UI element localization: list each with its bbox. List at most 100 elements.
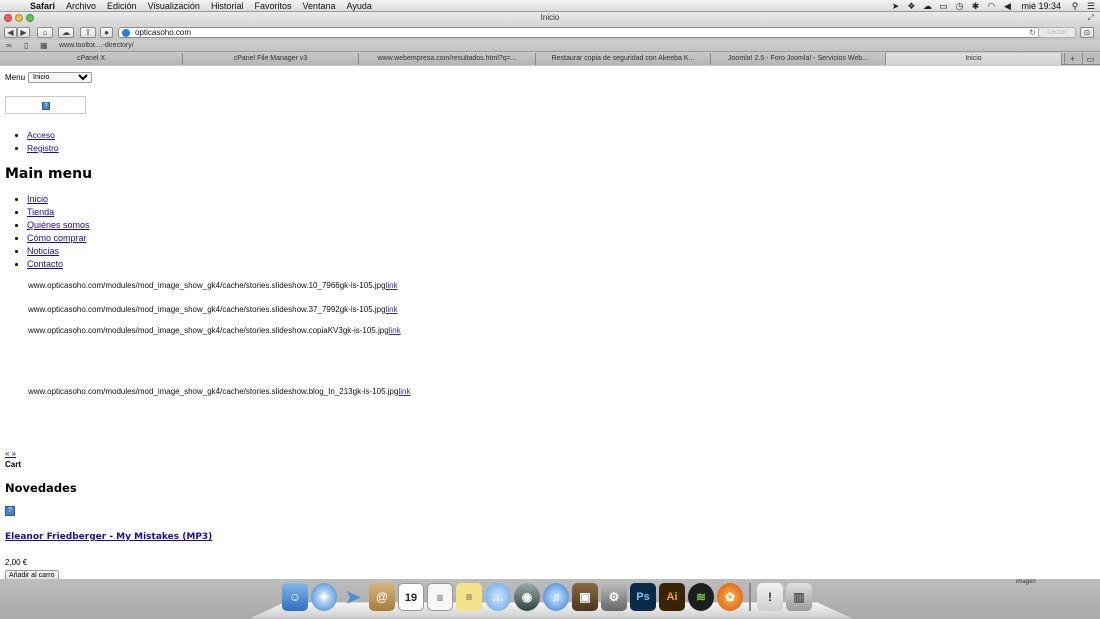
- address-url: opticasoho.com: [135, 28, 192, 37]
- fullscreen-icon[interactable]: ⤢: [1088, 13, 1094, 23]
- location-arrow-icon[interactable]: ➤: [890, 0, 900, 12]
- menu-archivo[interactable]: Archivo: [66, 0, 96, 12]
- calendar-day: 19: [404, 592, 418, 604]
- menu-visualizacion[interactable]: Visualización: [148, 0, 200, 12]
- nav-link-como-comprar[interactable]: Cómo comprar: [27, 233, 87, 243]
- slide-link[interactable]: link: [398, 387, 410, 396]
- slide-image-path: www.opticasoho.com/modules/mod_image_sho…: [28, 387, 399, 396]
- back-button[interactable]: ◀: [4, 27, 17, 38]
- trash-icon[interactable]: ▥: [786, 583, 812, 611]
- menu-select[interactable]: Inicio: [28, 72, 93, 83]
- bookmark-item[interactable]: www.tooltor....-directory/: [59, 40, 134, 52]
- product-image-icon[interactable]: ?: [5, 506, 15, 516]
- calendar-icon[interactable]: 19: [398, 583, 424, 611]
- reading-list-icon[interactable]: ∞: [6, 40, 12, 52]
- home-icon[interactable]: ⌂: [37, 27, 53, 38]
- list-item: Inicio: [27, 194, 90, 204]
- safari-icon[interactable]: ✦: [311, 583, 337, 611]
- menu-historial[interactable]: Historial: [211, 0, 244, 12]
- address-bar[interactable]: opticasoho.com ↻: [118, 27, 1040, 38]
- spotify-icon[interactable]: ≋: [688, 583, 714, 611]
- notification-center-icon[interactable]: ☰: [1086, 0, 1096, 12]
- archive-icon[interactable]: !: [757, 583, 783, 611]
- display-icon[interactable]: ▭: [938, 0, 948, 12]
- top-sites-icon[interactable]: ▦: [40, 40, 48, 52]
- slide-image-path: www.opticasoho.com/modules/mod_image_sho…: [28, 305, 386, 314]
- spotlight-search-icon[interactable]: ⚲: [1070, 0, 1080, 12]
- bluetooth-icon[interactable]: ✱: [970, 0, 980, 12]
- tab-cpanel-x[interactable]: cPanel X: [0, 53, 183, 65]
- reader-button[interactable]: Lector: [1038, 27, 1076, 38]
- photoshop-icon[interactable]: Ps: [630, 583, 656, 611]
- slideshow-pager[interactable]: « »: [5, 449, 16, 458]
- illustrator-icon[interactable]: Ai: [659, 583, 685, 611]
- menu-ayuda[interactable]: Ayuda: [347, 0, 372, 12]
- slide-link[interactable]: link: [386, 305, 398, 314]
- time-machine-icon[interactable]: ◷: [954, 0, 964, 12]
- firefox-icon[interactable]: ✿: [717, 583, 743, 611]
- reload-icon[interactable]: ↻: [1029, 28, 1036, 37]
- notes-list-icon[interactable]: ≡: [427, 583, 453, 611]
- system-preferences-icon[interactable]: ⚙: [601, 583, 627, 611]
- wifi-icon[interactable]: ◠: [986, 0, 996, 12]
- list-item: Quiénes somos: [27, 220, 90, 230]
- slideshow-item: www.opticasoho.com/modules/mod_image_sho…: [28, 281, 398, 290]
- tab-inicio[interactable]: Inicio: [886, 53, 1062, 65]
- desktop-image-label: imagen: [1016, 579, 1036, 585]
- tab-overview-icon[interactable]: ▭: [1082, 53, 1098, 65]
- stickies-icon[interactable]: ≡: [456, 583, 482, 611]
- nav-link-noticias[interactable]: Noticias: [27, 246, 59, 256]
- facetime-camera-icon[interactable]: ◉: [514, 583, 540, 611]
- list-item: Cómo comprar: [27, 233, 90, 243]
- bookmarks-bar: ∞ ▯ ▦ www.tooltor....-directory/: [0, 40, 1100, 52]
- menu-label: Menu: [5, 73, 26, 82]
- finder-icon[interactable]: ☺: [282, 583, 308, 611]
- slide-link[interactable]: link: [386, 281, 398, 290]
- address-book-icon[interactable]: @: [369, 583, 395, 611]
- cloud-icon[interactable]: ☁: [922, 0, 932, 12]
- slideshow-item: www.opticasoho.com/modules/mod_image_sho…: [28, 326, 401, 335]
- menu-edicion[interactable]: Edición: [107, 0, 137, 12]
- dock-separator: [749, 583, 751, 611]
- product-name-link[interactable]: Eleanor Friedberger - My Mistakes (MP3): [5, 532, 212, 542]
- login-links: Acceso Registro: [5, 130, 59, 156]
- add-to-cart-button[interactable]: Añadir al carro: [5, 570, 59, 579]
- volume-icon[interactable]: ◀: [1002, 0, 1012, 12]
- share-icon[interactable]: ⇪: [80, 27, 96, 38]
- window-title: Inicio: [540, 13, 560, 22]
- list-item: Registro: [27, 143, 59, 153]
- list-item: Acceso: [27, 130, 59, 140]
- slide-image-path: www.opticasoho.com/modules/mod_image_sho…: [28, 281, 386, 290]
- web-page: Menu Inicio ? Acceso Registro Main menu …: [0, 66, 1100, 579]
- window-titlebar: Inicio ⤢: [0, 12, 1100, 25]
- menu-app-safari[interactable]: Safari: [30, 0, 55, 12]
- tab-webempresa[interactable]: www.webempresa.com/resultados.html?q=...: [359, 53, 536, 65]
- ghostery-icon[interactable]: ●: [100, 27, 113, 38]
- tab-akeeba[interactable]: Restaurar copia de seguridad con Akeeba …: [536, 53, 711, 65]
- nav-link-tienda[interactable]: Tienda: [27, 207, 54, 217]
- nav-link-contacto[interactable]: Contacto: [27, 259, 63, 269]
- slide-link[interactable]: link: [389, 326, 401, 335]
- tab-cpanel-file-manager[interactable]: cPanel File Manager v3: [183, 53, 359, 65]
- bookmarks-book-icon[interactable]: ▯: [24, 40, 28, 52]
- itunes-icon[interactable]: ♫: [543, 583, 569, 611]
- mail-icon[interactable]: ➤: [340, 583, 366, 611]
- tab-joomla-forum[interactable]: Joomla! 2.5 - Foro Joomla! - Servicios W…: [711, 53, 886, 65]
- icloud-tabs-icon[interactable]: ☁: [58, 27, 74, 38]
- new-tab-icon[interactable]: +: [1064, 53, 1080, 65]
- menubar-clock[interactable]: mié 19:34: [1021, 0, 1061, 12]
- register-link[interactable]: Registro: [27, 143, 59, 153]
- dropbox-icon[interactable]: ❖: [906, 0, 916, 12]
- downloads-icon[interactable]: ⊙: [1080, 27, 1094, 38]
- nav-link-quienes-somos[interactable]: Quiénes somos: [27, 220, 90, 230]
- macos-menubar: Safari Archivo Edición Visualización His…: [0, 0, 1100, 12]
- nav-link-inicio[interactable]: Inicio: [27, 194, 48, 204]
- slideshow-item: www.opticasoho.com/modules/mod_image_sho…: [28, 387, 410, 396]
- preview-icon[interactable]: ▣: [572, 583, 598, 611]
- login-link[interactable]: Acceso: [27, 130, 55, 140]
- messages-icon[interactable]: …: [485, 583, 511, 611]
- forward-button[interactable]: ▶: [17, 27, 30, 38]
- menu-ventana[interactable]: Ventana: [302, 0, 335, 12]
- menu-favoritos[interactable]: Favoritos: [254, 0, 291, 12]
- menubar-status-area: ➤ ❖ ☁ ▭ ◷ ✱ ◠ ◀ mié 19:34 ⚲ ☰: [890, 0, 1096, 12]
